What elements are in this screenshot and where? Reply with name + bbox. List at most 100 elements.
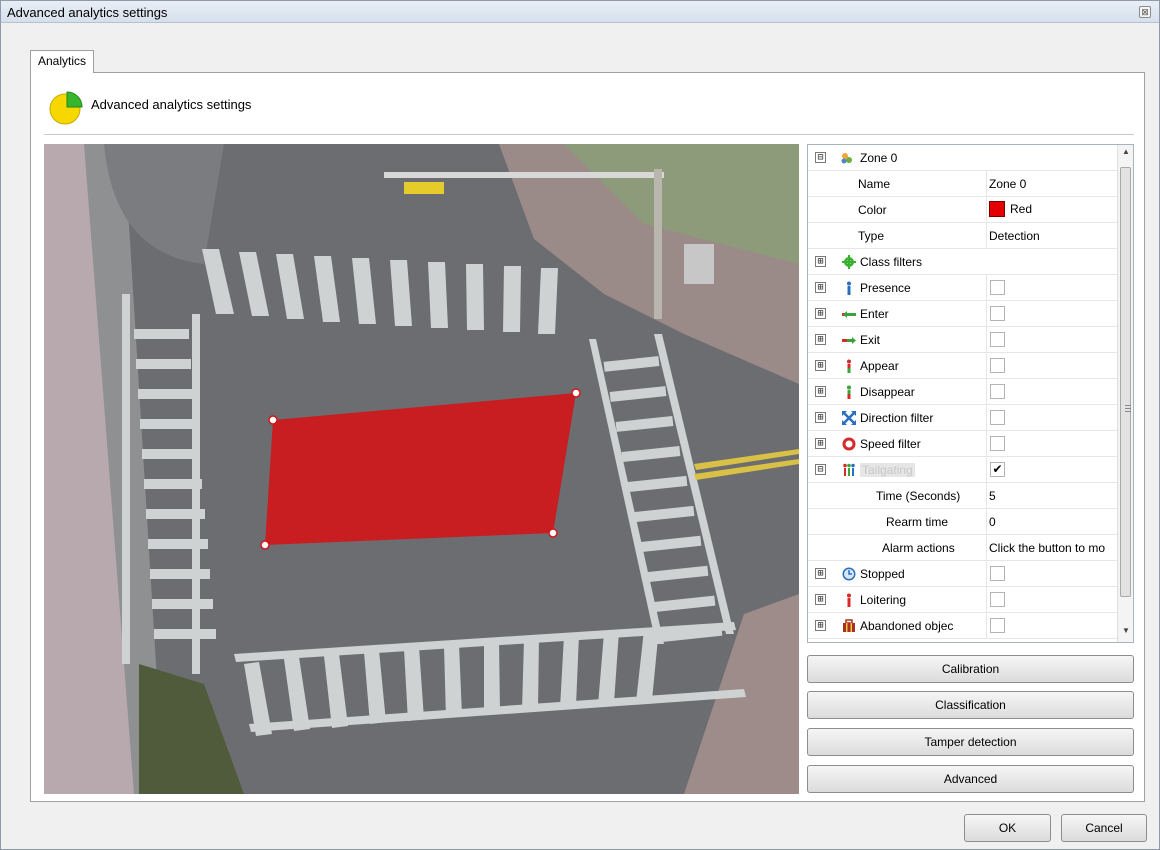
direction-arrows-icon	[842, 411, 856, 425]
stopped-checkbox[interactable]	[990, 566, 1005, 581]
abandoned-object-icon	[843, 619, 855, 632]
color-value-cell[interactable]: Red	[989, 201, 1117, 217]
rearm-time-label: Rearm time	[886, 515, 949, 529]
tailgating-people-icon	[843, 463, 855, 476]
direction-filter-checkbox[interactable]	[990, 410, 1005, 425]
close-icon[interactable]: ⊠	[1139, 6, 1151, 18]
color-value: Red	[1010, 202, 1033, 216]
expand-icon[interactable]: ⊞	[815, 568, 826, 579]
time-seconds-value[interactable]: 5	[989, 489, 1117, 503]
zone-vertex-handle[interactable]	[268, 415, 278, 425]
ok-button[interactable]: OK	[964, 814, 1051, 842]
column-divider	[986, 613, 987, 639]
exit-checkbox[interactable]	[990, 332, 1005, 347]
speed-filter-row[interactable]: ⊞ Speed filter	[808, 431, 1118, 457]
tab-analytics[interactable]: Analytics	[30, 50, 95, 73]
expand-icon[interactable]: ⊞	[815, 412, 826, 423]
expand-icon[interactable]: ⊞	[815, 620, 826, 631]
appear-person-icon	[847, 359, 851, 373]
tailgating-rearm-row[interactable]: Rearm time 0	[808, 509, 1118, 535]
stopped-label: Stopped	[860, 567, 905, 581]
scroll-down-icon[interactable]: ▼	[1118, 626, 1133, 640]
presence-checkbox[interactable]	[990, 280, 1005, 295]
direction-filter-row[interactable]: ⊞ Direction filter	[808, 405, 1118, 431]
column-divider	[986, 483, 987, 509]
name-value[interactable]: Zone 0	[989, 177, 1117, 191]
loitering-checkbox[interactable]	[990, 592, 1005, 607]
presence-row[interactable]: ⊞ Presence	[808, 275, 1118, 301]
rearm-time-value[interactable]: 0	[989, 515, 1117, 529]
cancel-button[interactable]: Cancel	[1061, 814, 1147, 842]
zone-polygon[interactable]	[265, 393, 576, 545]
exit-arrow-icon	[842, 337, 856, 344]
appear-row[interactable]: ⊞ Appear	[808, 353, 1118, 379]
expand-icon[interactable]: ⊞	[815, 594, 826, 605]
abandoned-object-row[interactable]: ⊞ Abandoned objec	[808, 613, 1118, 639]
abandoned-object-label: Abandoned objec	[860, 619, 954, 633]
tamper-detection-button[interactable]: Tamper detection	[807, 728, 1134, 756]
tailgating-alarm-row[interactable]: Alarm actions Click the button to mo	[808, 535, 1118, 561]
collapse-icon[interactable]: ⊟	[815, 464, 826, 475]
camera-view[interactable]	[44, 144, 799, 794]
type-label: Type	[858, 229, 885, 243]
zone-vertex-handle[interactable]	[571, 388, 581, 398]
enter-checkbox[interactable]	[990, 306, 1005, 321]
zone-overlay[interactable]	[44, 144, 799, 794]
header-title: Advanced analytics settings	[91, 97, 252, 112]
expand-icon[interactable]: ⊞	[815, 282, 826, 293]
property-grid[interactable]: ⊟ Zone 0 Name Zone 0 Color Red Type Dete…	[807, 144, 1134, 643]
expand-icon[interactable]: ⊞	[815, 308, 826, 319]
color-label: Color	[858, 203, 887, 217]
class-filters-row[interactable]: ⊞ Class filters	[808, 249, 1118, 275]
column-divider	[986, 301, 987, 327]
abandoned-object-checkbox[interactable]	[990, 618, 1005, 633]
loitering-person-icon	[847, 593, 851, 607]
scrollbar-thumb[interactable]	[1120, 167, 1131, 597]
zone-row[interactable]: ⊟ Zone 0	[808, 145, 1118, 171]
speed-filter-label: Speed filter	[860, 437, 921, 451]
tailgating-row[interactable]: ⊟ Tailgating ✔	[808, 457, 1118, 483]
scroll-up-icon[interactable]: ▲	[1118, 147, 1133, 161]
collapse-icon[interactable]: ⊟	[815, 152, 826, 163]
appear-checkbox[interactable]	[990, 358, 1005, 373]
person-icon	[847, 281, 851, 295]
loitering-row[interactable]: ⊞ Loitering	[808, 587, 1118, 613]
disappear-checkbox[interactable]	[990, 384, 1005, 399]
tailgating-time-row[interactable]: Time (Seconds) 5	[808, 483, 1118, 509]
column-divider	[986, 353, 987, 379]
expand-icon[interactable]: ⊞	[815, 360, 826, 371]
presence-label: Presence	[860, 281, 911, 295]
calibration-button[interactable]: Calibration	[807, 655, 1134, 683]
type-value[interactable]: Detection	[989, 229, 1117, 243]
classification-button[interactable]: Classification	[807, 691, 1134, 719]
expand-icon[interactable]: ⊞	[815, 386, 826, 397]
exit-row[interactable]: ⊞ Exit	[808, 327, 1118, 353]
dialog-window: Advanced analytics settings ⊠ Analytics …	[0, 0, 1160, 850]
column-divider	[986, 457, 987, 483]
color-row[interactable]: Color Red	[808, 197, 1118, 223]
name-row[interactable]: Name Zone 0	[808, 171, 1118, 197]
expand-icon[interactable]: ⊞	[815, 438, 826, 449]
zone-vertex-handle[interactable]	[548, 528, 558, 538]
enter-row[interactable]: ⊞ Enter	[808, 301, 1118, 327]
window-title: Advanced analytics settings	[7, 5, 168, 20]
title-bar[interactable]: Advanced analytics settings ⊠	[1, 1, 1159, 23]
column-divider	[986, 275, 987, 301]
type-row[interactable]: Type Detection	[808, 223, 1118, 249]
tailgating-checkbox[interactable]: ✔	[990, 462, 1005, 477]
disappear-row[interactable]: ⊞ Disappear	[808, 379, 1118, 405]
speed-filter-checkbox[interactable]	[990, 436, 1005, 451]
zone-icon	[841, 153, 852, 164]
zone-vertex-handle[interactable]	[260, 540, 270, 550]
column-divider	[986, 171, 987, 197]
speed-sign-icon	[842, 437, 856, 451]
expand-icon[interactable]: ⊞	[815, 334, 826, 345]
expand-icon[interactable]: ⊞	[815, 256, 826, 267]
time-seconds-label: Time (Seconds)	[876, 489, 961, 503]
property-grid-scrollbar[interactable]: ▲ ▼	[1117, 145, 1133, 642]
column-divider	[986, 587, 987, 613]
alarm-actions-value[interactable]: Click the button to mo	[989, 541, 1117, 555]
advanced-button[interactable]: Advanced	[807, 765, 1134, 793]
column-divider	[986, 379, 987, 405]
stopped-row[interactable]: ⊞ Stopped	[808, 561, 1118, 587]
